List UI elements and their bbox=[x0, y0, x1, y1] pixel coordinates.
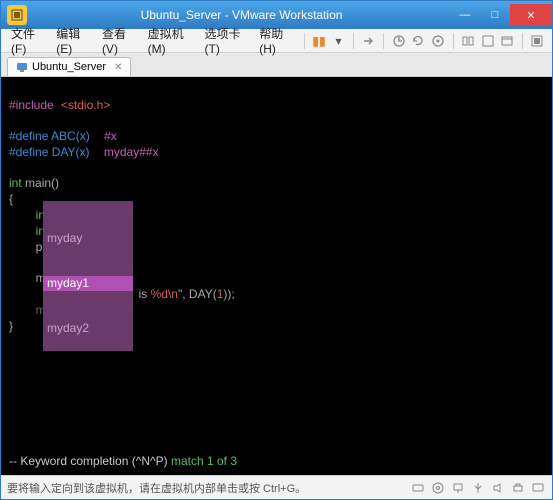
tile-icon[interactable] bbox=[459, 31, 476, 51]
console-icon[interactable] bbox=[529, 31, 546, 51]
message-icon[interactable] bbox=[530, 480, 546, 496]
terminal[interactable]: #include <stdio.h> #define ABC(x) #x #de… bbox=[1, 77, 552, 475]
code-brace-open: { bbox=[9, 192, 13, 206]
code-def1-kw: #define ABC(x) bbox=[9, 129, 90, 143]
snapshot-icon[interactable] bbox=[390, 31, 407, 51]
code-after-end: )); bbox=[223, 287, 234, 301]
menu-file[interactable]: 文件(F) bbox=[5, 23, 48, 58]
code-def2-kw: #define DAY(x) bbox=[9, 145, 89, 159]
send-icon[interactable] bbox=[360, 31, 377, 51]
code-after-post: ", DAY( bbox=[178, 287, 217, 301]
menubar: 文件(F) 编辑(E) 查看(V) 虚拟机(M) 选项卡(T) 帮助(H) ▮▮… bbox=[1, 29, 552, 53]
statusbar: 要将输入定向到该虚拟机，请在虚拟机内部单击或按 Ctrl+G。 bbox=[1, 475, 552, 499]
code-ret-type: int bbox=[9, 176, 22, 190]
code-main-sig: main() bbox=[22, 176, 59, 190]
minimize-button[interactable]: — bbox=[450, 4, 480, 26]
sound-icon[interactable] bbox=[490, 480, 506, 496]
network-icon[interactable] bbox=[450, 480, 466, 496]
tab-close-icon[interactable]: ✕ bbox=[114, 62, 122, 73]
statusbar-text: 要将输入定向到该虚拟机，请在虚拟机内部单击或按 Ctrl+G。 bbox=[7, 480, 306, 496]
menu-view[interactable]: 查看(V) bbox=[96, 23, 140, 58]
code-def1-val: #x bbox=[104, 129, 117, 143]
tab-label: Ubuntu_Server bbox=[32, 61, 106, 73]
tab-ubuntu-server[interactable]: Ubuntu_Server ✕ bbox=[7, 57, 131, 76]
code-include-hdr: <stdio.h> bbox=[61, 98, 110, 112]
usb-icon[interactable] bbox=[470, 480, 486, 496]
vmware-logo-icon bbox=[7, 5, 27, 25]
completion-item-selected[interactable]: myday1 bbox=[43, 276, 133, 291]
fullscreen-icon[interactable] bbox=[498, 31, 515, 51]
close-button[interactable]: ✕ bbox=[510, 4, 552, 26]
maximize-button[interactable]: □ bbox=[480, 4, 510, 26]
completion-item[interactable]: myday2 bbox=[43, 321, 133, 336]
status-match: match 1 of 3 bbox=[171, 454, 237, 468]
window-title: Ubuntu_Server - VMware Workstation bbox=[33, 8, 450, 22]
vm-icon bbox=[16, 61, 28, 73]
code-after-pre: is bbox=[139, 287, 151, 301]
vim-statusline: -- Keyword completion (^N^P) match 1 of … bbox=[9, 454, 237, 469]
unity-icon[interactable] bbox=[479, 31, 496, 51]
printer-icon[interactable] bbox=[510, 480, 526, 496]
menu-help[interactable]: 帮助(H) bbox=[253, 23, 297, 58]
hdd-icon[interactable] bbox=[410, 480, 426, 496]
manage-icon[interactable] bbox=[429, 31, 446, 51]
menu-vm[interactable]: 虚拟机(M) bbox=[142, 23, 197, 58]
completion-popup[interactable]: myday myday1 myday2 bbox=[43, 201, 133, 351]
cd-icon[interactable] bbox=[430, 480, 446, 496]
menu-edit[interactable]: 编辑(E) bbox=[50, 23, 94, 58]
code-def2-val: myday##x bbox=[104, 145, 159, 159]
menu-tabs[interactable]: 选项卡(T) bbox=[199, 23, 252, 58]
pause-icon[interactable]: ▮▮ bbox=[310, 31, 327, 51]
revert-icon[interactable] bbox=[410, 31, 427, 51]
completion-item[interactable]: myday bbox=[43, 231, 133, 246]
dropdown-icon[interactable]: ▾ bbox=[330, 31, 347, 51]
status-prefix: -- Keyword completion (^N^P) bbox=[9, 454, 171, 468]
code-after-fmt: %d\n bbox=[151, 287, 178, 301]
code-include-kw: #include bbox=[9, 98, 54, 112]
code-brace-close: } bbox=[9, 319, 13, 333]
